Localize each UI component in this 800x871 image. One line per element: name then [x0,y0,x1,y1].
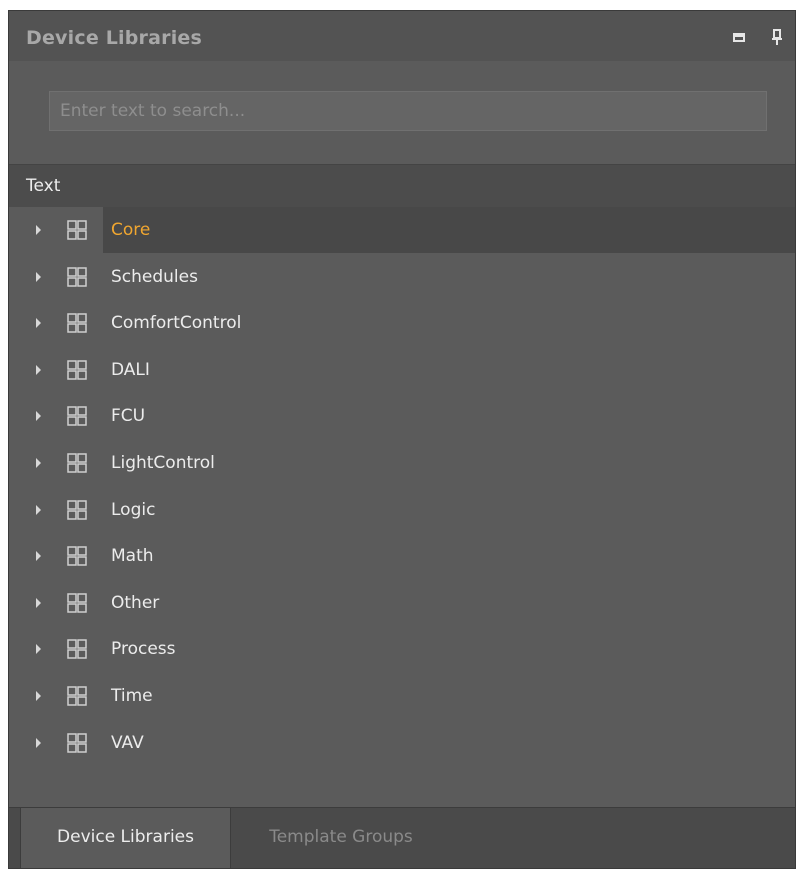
grid-library-icon [67,313,87,333]
pin-button[interactable] [765,25,789,49]
grid-library-icon [67,733,87,753]
tree-item-dali[interactable]: DALI [9,347,795,393]
expand-arrow-icon[interactable] [36,318,41,328]
tree-item-label: Schedules [111,267,198,287]
column-header[interactable]: Text [9,164,795,207]
tree-item-label: DALI [111,360,150,380]
device-libraries-panel: Device Libraries Text Core Schedules Comfo… [8,10,796,869]
tree-item-label: Other [111,593,160,613]
library-tree: Core Schedules ComfortControl DALI FCU LightC… [9,207,795,807]
panel-title: Device Libraries [26,27,203,49]
expand-arrow-icon[interactable] [36,225,41,235]
tree-item-logic[interactable]: Logic [9,487,795,533]
column-header-label: Text [26,176,61,196]
tree-item-vav[interactable]: VAV [9,720,795,766]
tree-item-process[interactable]: Process [9,626,795,672]
tree-item-label: Process [111,639,176,659]
tree-item-label: FCU [111,406,146,426]
tree-item-comfortcontrol[interactable]: ComfortControl [9,300,795,346]
pin-icon [772,29,782,45]
expand-arrow-icon[interactable] [36,458,41,468]
grid-library-icon [67,453,87,473]
expand-arrow-icon[interactable] [36,272,41,282]
grid-library-icon [67,546,87,566]
tree-item-label: VAV [111,733,144,753]
tab-template-groups[interactable]: Template Groups [241,808,441,868]
tree-item-other[interactable]: Other [9,580,795,626]
grid-library-icon [67,593,87,613]
panel-titlebar: Device Libraries [9,11,795,61]
expand-arrow-icon[interactable] [36,691,41,701]
expand-arrow-icon[interactable] [36,365,41,375]
tree-item-core[interactable]: Core [9,207,795,253]
tree-item-schedules[interactable]: Schedules [9,254,795,300]
grid-library-icon [67,639,87,659]
maximize-button[interactable] [727,25,751,49]
search-area [9,61,795,164]
tab-strip: Device Libraries Template Groups [9,807,795,868]
tab-device-libraries[interactable]: Device Libraries [20,808,231,868]
expand-arrow-icon[interactable] [36,551,41,561]
tree-item-label: LightControl [111,453,215,473]
grid-library-icon [67,360,87,380]
grid-library-icon [67,406,87,426]
grid-library-icon [67,686,87,706]
tree-item-label: Logic [111,500,156,520]
tree-item-lightcontrol[interactable]: LightControl [9,440,795,486]
expand-arrow-icon[interactable] [36,644,41,654]
expand-arrow-icon[interactable] [36,505,41,515]
tree-item-label: ComfortControl [111,313,242,333]
tree-item-label: Time [111,686,153,706]
grid-library-icon [67,220,87,240]
tree-item-label: Math [111,546,154,566]
expand-arrow-icon[interactable] [36,738,41,748]
tree-item-math[interactable]: Math [9,533,795,579]
maximize-icon [733,32,745,42]
expand-arrow-icon[interactable] [36,411,41,421]
search-input[interactable] [49,91,767,131]
tree-item-label: Core [111,220,151,240]
tree-item-fcu[interactable]: FCU [9,393,795,439]
tree-item-time[interactable]: Time [9,673,795,719]
grid-library-icon [67,500,87,520]
expand-arrow-icon[interactable] [36,598,41,608]
grid-library-icon [67,267,87,287]
selection-highlight [103,207,795,253]
